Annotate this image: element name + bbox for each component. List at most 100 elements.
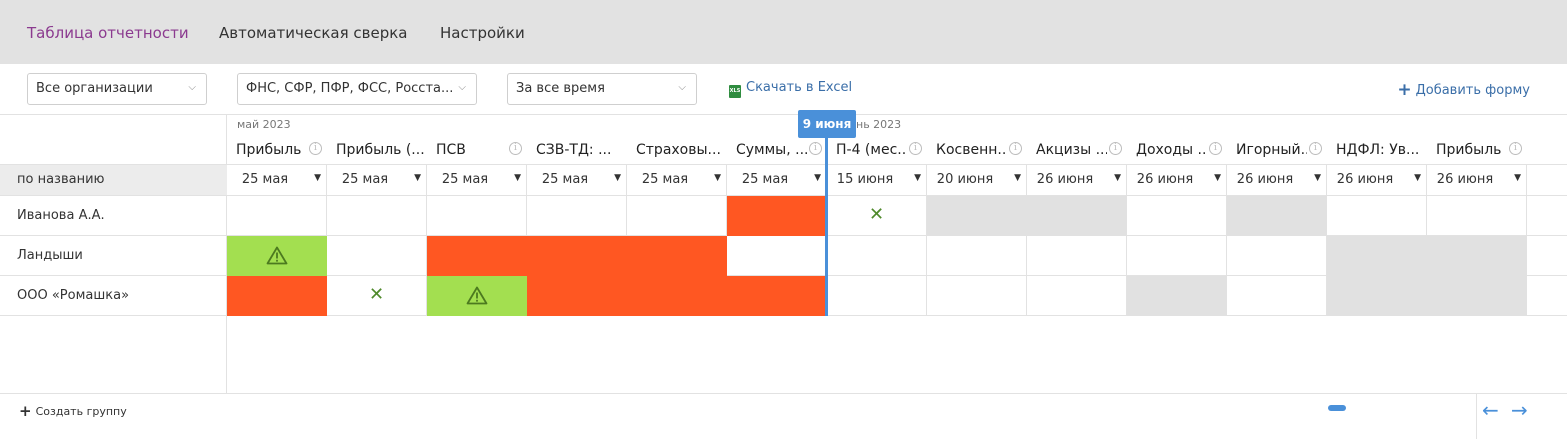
column-title: Прибыль <box>236 142 302 158</box>
today-marker-line <box>825 136 828 316</box>
column-deadline-dropdown[interactable]: 25 мая ▼ <box>527 165 627 195</box>
tab-settings[interactable]: Настройки <box>440 24 525 42</box>
column-deadline-dropdown[interactable]: 25 мая ▼ <box>227 165 327 195</box>
info-icon[interactable]: i <box>1109 142 1122 155</box>
status-cell-gray[interactable] <box>1427 236 1527 276</box>
rejected-x-icon[interactable]: ✕ <box>869 204 884 225</box>
sort-by-name-header[interactable]: по названию <box>0 165 227 195</box>
caret-down-icon: ▼ <box>314 173 321 183</box>
agencies-select-value: ФНС, СФР, ПФР, ФСС, Росста... <box>246 81 454 96</box>
column-title: СЗВ-ТД: ... <box>536 142 612 158</box>
info-icon[interactable]: i <box>909 142 922 155</box>
warning-icon <box>466 286 488 309</box>
organization-name[interactable]: Ландыши <box>17 248 83 263</box>
caret-down-icon: ▼ <box>414 173 421 183</box>
download-excel-link[interactable]: XLS Скачать в Excel <box>729 80 852 98</box>
tab-auto-reconciliation[interactable]: Автоматическая сверка <box>219 24 407 42</box>
info-icon[interactable]: i <box>1309 142 1322 155</box>
column-deadline-dropdown[interactable]: 26 июня ▼ <box>1127 165 1227 195</box>
month-label-june: нь 2023 <box>856 118 902 131</box>
column-deadline-label: 25 мая <box>341 172 389 187</box>
column-deadline-dropdown[interactable]: 25 мая ▼ <box>427 165 527 195</box>
info-icon[interactable]: i <box>1509 142 1522 155</box>
add-form-label: Добавить форму <box>1415 83 1530 98</box>
status-cell-red[interactable] <box>627 276 727 316</box>
status-cell-gray[interactable] <box>1227 196 1327 236</box>
info-icon[interactable]: i <box>1009 142 1022 155</box>
caret-down-icon: ▼ <box>1514 173 1521 183</box>
arrow-right-icon[interactable]: → <box>1511 398 1528 422</box>
column-deadline-label: 25 мая <box>541 172 589 187</box>
column-title: Акцизы ... <box>1036 142 1107 158</box>
status-cell-red[interactable] <box>527 276 627 316</box>
column-deadline-dropdown[interactable]: 26 июня ▼ <box>1427 165 1527 195</box>
chevron-down-icon: ⌵ <box>458 82 466 93</box>
column-deadline-dropdown[interactable]: 26 июня ▼ <box>1027 165 1127 195</box>
column-deadline-label: 26 июня <box>1436 172 1494 187</box>
status-cell-gray[interactable] <box>1027 196 1127 236</box>
organization-name[interactable]: Иванова А.А. <box>17 208 105 223</box>
column-deadline-label: 20 июня <box>936 172 994 187</box>
caret-down-icon: ▼ <box>514 173 521 183</box>
status-cell-red[interactable] <box>227 276 327 316</box>
create-group-button[interactable]: + Создать группу <box>19 402 127 420</box>
column-deadline-label: 26 июня <box>1136 172 1194 187</box>
column-deadline-label: 25 мая <box>741 172 789 187</box>
column-deadline-dropdown[interactable]: 25 мая ▼ <box>727 165 827 195</box>
add-form-button[interactable]: + Добавить форму <box>1397 80 1530 100</box>
column-title: Игорный... <box>1236 142 1307 158</box>
column-title: П-4 (мес... <box>836 142 907 158</box>
organization-name[interactable]: ООО «Ромашка» <box>17 288 129 303</box>
status-cell-gray[interactable] <box>1327 276 1427 316</box>
column-deadline-label: 26 июня <box>1036 172 1094 187</box>
column-title: НДФЛ: Ув... <box>1336 142 1420 158</box>
column-deadline-dropdown[interactable]: 20 июня ▼ <box>927 165 1027 195</box>
status-cell-red[interactable] <box>527 236 627 276</box>
status-cell-gray[interactable] <box>1427 276 1527 316</box>
column-deadline-dropdown[interactable]: 15 июня ▼ <box>827 165 927 195</box>
period-select[interactable]: За все время ⌵ <box>507 73 697 105</box>
chevron-down-icon: ⌵ <box>678 82 686 93</box>
column-deadline-label: 26 июня <box>1336 172 1394 187</box>
tab-report-table[interactable]: Таблица отчетности <box>27 24 189 42</box>
info-icon[interactable]: i <box>309 142 322 155</box>
download-excel-label: Скачать в Excel <box>746 80 853 95</box>
horizontal-scrollbar[interactable] <box>1328 405 1346 411</box>
divider <box>1476 393 1477 439</box>
status-cell-red[interactable] <box>727 276 827 316</box>
caret-down-icon: ▼ <box>1214 173 1221 183</box>
status-cell-gray[interactable] <box>927 196 1027 236</box>
status-cell-red[interactable] <box>627 236 727 276</box>
info-icon[interactable]: i <box>809 142 822 155</box>
rejected-x-icon[interactable]: ✕ <box>369 284 384 305</box>
column-deadline-dropdown[interactable]: 26 июня ▼ <box>1227 165 1327 195</box>
today-marker-badge: 9 июня <box>798 110 856 138</box>
month-label-may: май 2023 <box>237 118 291 131</box>
organizations-select[interactable]: Все организации ⌵ <box>27 73 207 105</box>
status-cell-green[interactable] <box>427 276 527 316</box>
caret-down-icon: ▼ <box>814 173 821 183</box>
organizations-select-value: Все организации <box>36 81 153 96</box>
caret-down-icon: ▼ <box>1014 173 1021 183</box>
agencies-select[interactable]: ФНС, СФР, ПФР, ФСС, Росста... ⌵ <box>237 73 477 105</box>
column-title: Доходы ... <box>1136 142 1207 158</box>
info-icon[interactable]: i <box>509 142 522 155</box>
arrow-left-icon[interactable]: ← <box>1482 398 1499 422</box>
status-cell-green[interactable] <box>227 236 327 276</box>
column-deadline-dropdown[interactable]: 25 мая ▼ <box>627 165 727 195</box>
column-deadline-dropdown[interactable]: 25 мая ▼ <box>327 165 427 195</box>
info-icon[interactable]: i <box>1209 142 1222 155</box>
status-cell-red[interactable] <box>727 196 827 236</box>
caret-down-icon: ▼ <box>1414 173 1421 183</box>
plus-icon: + <box>19 402 32 420</box>
excel-icon: XLS <box>729 85 741 98</box>
status-cell-red[interactable] <box>427 236 527 276</box>
column-deadline-dropdown[interactable]: 26 июня ▼ <box>1327 165 1427 195</box>
column-title: Косвенн... <box>936 142 1007 158</box>
column-title: Суммы, ... <box>736 142 807 158</box>
status-cell-gray[interactable] <box>1327 236 1427 276</box>
column-title: ПСВ <box>436 142 466 158</box>
status-cell-gray[interactable] <box>1127 276 1227 316</box>
divider <box>0 114 1567 115</box>
column-deadline-label: 26 июня <box>1236 172 1294 187</box>
